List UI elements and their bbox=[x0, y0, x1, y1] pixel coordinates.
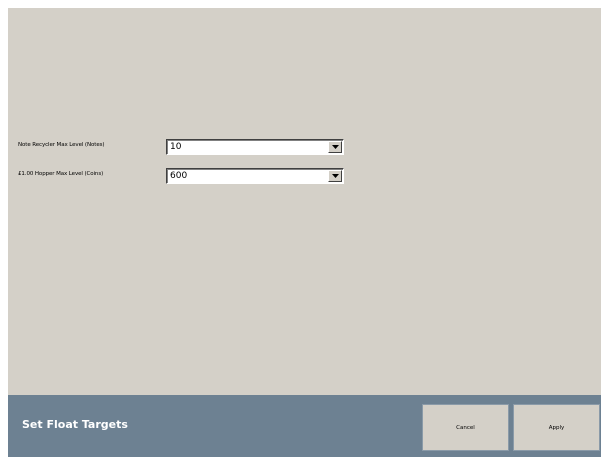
hopper-select[interactable]: 600 bbox=[166, 168, 344, 184]
cancel-button[interactable]: Cancel bbox=[422, 404, 509, 451]
hopper-dropdown-button[interactable] bbox=[328, 170, 342, 182]
note-recycler-select[interactable]: 10 bbox=[166, 139, 344, 155]
hopper-value: 600 bbox=[170, 171, 188, 181]
note-recycler-label: Note Recycler Max Level (Notes) bbox=[18, 142, 105, 148]
chevron-down-icon bbox=[332, 174, 339, 178]
note-recycler-dropdown-button[interactable] bbox=[328, 141, 342, 153]
page-title: Set Float Targets bbox=[22, 418, 128, 431]
hopper-label: £1.00 Hopper Max Level (Coins) bbox=[18, 171, 104, 177]
chevron-down-icon bbox=[332, 145, 339, 149]
app-window: Note Recycler Max Level (Notes) 10 £1.00… bbox=[8, 8, 601, 457]
footer-bar: Set Float Targets Cancel Apply bbox=[8, 395, 601, 457]
note-recycler-value: 10 bbox=[170, 142, 182, 152]
apply-button[interactable]: Apply bbox=[513, 404, 600, 451]
